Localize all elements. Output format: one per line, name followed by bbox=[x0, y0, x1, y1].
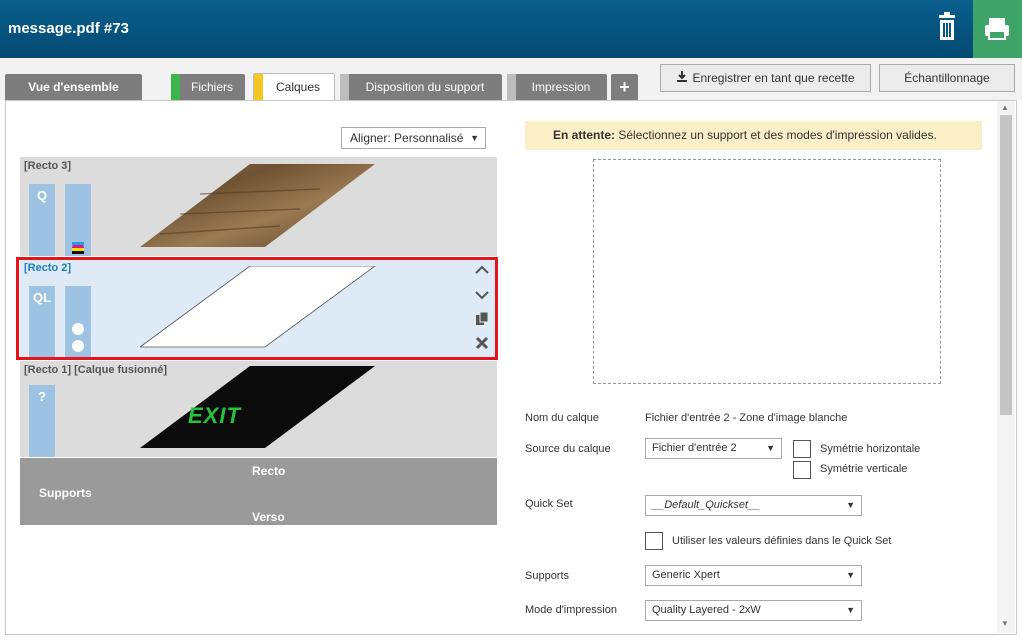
layer-source-select[interactable]: Fichier d'entrée 2 ▼ bbox=[645, 438, 782, 459]
supports-label: Supports bbox=[525, 570, 570, 582]
tab-overview[interactable]: Vue d'ensemble bbox=[5, 74, 142, 100]
layer-recto-3[interactable]: [Recto 3] Q bbox=[20, 157, 497, 256]
layer-source-label: Source du calque bbox=[525, 443, 611, 455]
delete-button[interactable] bbox=[935, 12, 959, 42]
layer-name-value: Fichier d'entrée 2 - Zone d'image blanch… bbox=[645, 412, 848, 424]
print-mode-select[interactable]: Quality Layered - 2xW ▼ bbox=[645, 600, 862, 621]
tab-media-layout-flag bbox=[340, 74, 349, 100]
print-mode-label: Mode d'impression bbox=[525, 604, 617, 616]
use-quickset-checkbox[interactable] bbox=[645, 532, 663, 550]
selected-layer-highlight bbox=[16, 257, 498, 360]
quality-bar: ? bbox=[29, 385, 55, 457]
chevron-down-icon[interactable] bbox=[474, 287, 490, 303]
tab-media-layout[interactable]: Disposition du support bbox=[340, 74, 502, 100]
use-quickset-label: Utiliser les valeurs définies dans le Qu… bbox=[672, 535, 892, 547]
quickset-select[interactable]: __Default_Quickset__ ▼ bbox=[645, 495, 862, 516]
trash-icon bbox=[939, 12, 955, 40]
plus-icon: + bbox=[619, 77, 630, 97]
tab-files[interactable]: Fichiers bbox=[171, 74, 245, 100]
chevron-down-icon: ▼ bbox=[846, 500, 855, 510]
flip-horizontal-checkbox[interactable] bbox=[793, 440, 811, 458]
chevron-down-icon: ▼ bbox=[846, 570, 855, 580]
cmyk-ink-icon bbox=[72, 242, 84, 254]
save-recipe-button[interactable]: Enregistrer en tant que recette bbox=[660, 64, 871, 92]
tab-files-flag bbox=[171, 74, 180, 100]
printer-icon bbox=[985, 18, 1009, 40]
align-select[interactable]: Aligner: Personnalisé ▼ bbox=[341, 127, 486, 149]
quality-bar: Q bbox=[29, 184, 55, 256]
scroll-up-icon[interactable]: ▲ bbox=[1001, 103, 1009, 112]
close-icon[interactable] bbox=[474, 335, 490, 351]
scroll-thumb[interactable] bbox=[1000, 115, 1012, 415]
ink-bar bbox=[65, 184, 91, 256]
supports-summary: Recto Supports Verso bbox=[20, 458, 497, 525]
layer-recto-1[interactable]: [Recto 1] [Calque fusionné] ? EXIT bbox=[20, 361, 497, 457]
sampling-button[interactable]: Échantillonnage bbox=[879, 64, 1015, 92]
quickset-label: Quick Set bbox=[525, 498, 573, 510]
flip-vertical-label: Symétrie verticale bbox=[820, 463, 908, 475]
download-icon bbox=[677, 71, 688, 82]
duplicate-icon[interactable] bbox=[474, 311, 490, 327]
layer-title: [Recto 3] bbox=[24, 160, 72, 172]
tab-layers-flag bbox=[254, 74, 263, 101]
app-header: message.pdf #73 bbox=[0, 0, 1022, 58]
exit-sign-image bbox=[140, 366, 375, 448]
tab-layers[interactable]: Calques bbox=[253, 73, 335, 101]
chevron-up-icon[interactable] bbox=[474, 262, 490, 278]
layer-name-label: Nom du calque bbox=[525, 412, 599, 424]
chevron-down-icon: ▼ bbox=[846, 605, 855, 615]
print-button[interactable] bbox=[973, 0, 1022, 58]
chevron-down-icon: ▼ bbox=[766, 443, 775, 453]
tab-printing[interactable]: Impression bbox=[507, 74, 607, 100]
chevron-down-icon: ▼ bbox=[470, 133, 479, 143]
wood-texture-image bbox=[140, 164, 375, 247]
flip-horizontal-label: Symétrie horizontale bbox=[820, 443, 921, 455]
scroll-down-icon[interactable]: ▼ bbox=[1001, 619, 1009, 628]
layer-preview-area bbox=[593, 159, 941, 384]
tab-printing-flag bbox=[507, 74, 516, 100]
supports-select[interactable]: Generic Xpert ▼ bbox=[645, 565, 862, 586]
exit-sign-text: EXIT bbox=[188, 403, 241, 428]
flip-vertical-checkbox[interactable] bbox=[793, 461, 811, 479]
vertical-scrollbar[interactable]: ▲ ▼ bbox=[997, 101, 1015, 633]
status-banner: En attente: Sélectionnez un support et d… bbox=[525, 121, 982, 150]
add-tab-button[interactable]: + bbox=[611, 74, 638, 100]
document-title: message.pdf #73 bbox=[8, 20, 129, 37]
